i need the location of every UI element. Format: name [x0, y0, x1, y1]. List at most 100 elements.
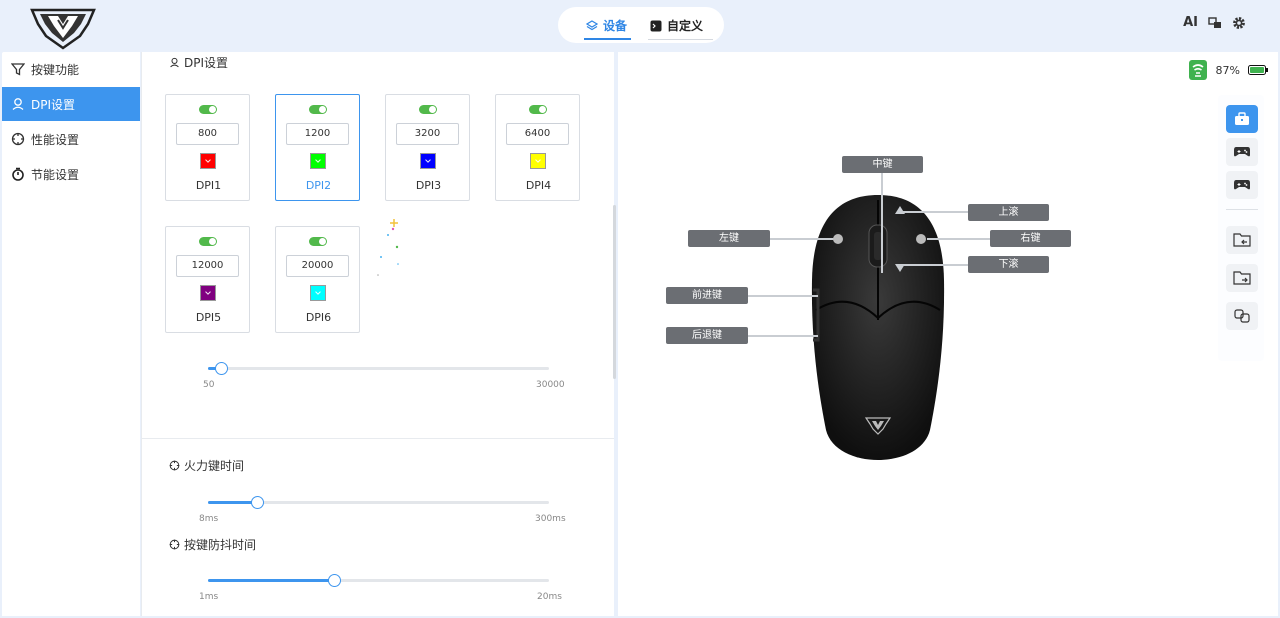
dpi-card-4[interactable]: 6400 DPI4 — [495, 94, 580, 201]
dpi-label: DPI1 — [195, 179, 222, 192]
right-key-line — [927, 238, 991, 240]
tab-device[interactable]: 设备 — [583, 15, 632, 40]
crosshair-icon — [11, 132, 25, 146]
scroll-up-line — [902, 211, 968, 213]
status-bar: 87% — [1188, 59, 1268, 81]
dpi-settings-panel: DPI设置 800 DPI1 1200 DPI2 3200 DPI3 6400 … — [141, 52, 614, 616]
dpi-min-label: 50 — [203, 380, 215, 390]
left-key-label[interactable]: 左键 — [688, 230, 770, 247]
right-key-dot — [916, 234, 926, 244]
dpi-card-6[interactable]: 20000 DPI6 — [275, 226, 360, 333]
gear-icon[interactable] — [1232, 16, 1246, 30]
dpi-card-3[interactable]: 3200 DPI3 — [385, 94, 470, 201]
dpi-card-1[interactable]: 800 DPI1 — [165, 94, 250, 201]
sparkle-decoration — [377, 219, 399, 276]
dpi-value-input[interactable]: 800 — [176, 123, 239, 145]
gamepad-icon — [1234, 147, 1250, 157]
debounce-slider[interactable] — [208, 574, 549, 587]
scroll-up-label[interactable]: 上滚 — [968, 204, 1049, 221]
reset-config-button[interactable] — [1226, 302, 1258, 330]
toolbar-divider — [1226, 209, 1258, 210]
debounce-title: 按键防抖时间 — [169, 536, 256, 553]
layers-icon — [586, 20, 598, 31]
crosshair-icon — [169, 460, 180, 471]
dpi-label: DPI2 — [305, 179, 332, 192]
aula-logo — [30, 8, 96, 50]
forward-key-label[interactable]: 前进键 — [666, 287, 748, 304]
tab-custom-label: 自定义 — [667, 19, 704, 33]
fire-key-slider-handle[interactable] — [251, 496, 265, 509]
back-key-line — [748, 335, 818, 337]
top-nav: 设备 自定义 — [558, 7, 724, 43]
dpi-value-input[interactable]: 6400 — [506, 123, 569, 145]
sidebar-item-label: 按键功能 — [31, 62, 80, 77]
dpi-toggle[interactable] — [309, 237, 327, 246]
dpi-value-input[interactable]: 3200 — [396, 123, 459, 145]
battery-icon — [1248, 65, 1268, 75]
ai-button[interactable]: AI — [1183, 15, 1198, 30]
dpi-slider-handle[interactable] — [215, 362, 229, 375]
dpi-label: DPI6 — [305, 311, 332, 324]
dpi-value-input[interactable]: 20000 — [286, 255, 349, 277]
folder-export-icon — [1233, 271, 1251, 285]
sidebar-item-power-saving[interactable]: 节能设置 — [2, 157, 140, 191]
wireless-receiver-icon — [1188, 60, 1207, 80]
battery-percent: 87% — [1215, 63, 1240, 77]
dpi-color-swatch[interactable] — [530, 153, 546, 169]
export-config-button[interactable] — [1226, 264, 1258, 292]
dpi-toggle[interactable] — [419, 105, 437, 114]
fire-key-max-label: 300ms — [535, 514, 566, 524]
back-key-label[interactable]: 后退键 — [666, 327, 748, 344]
translate-icon[interactable] — [1208, 16, 1222, 30]
dpi-card-2[interactable]: 1200 DPI2 — [275, 94, 360, 201]
header-actions: AI — [1183, 15, 1246, 30]
scroll-down-label[interactable]: 下滚 — [968, 256, 1049, 273]
dpi-color-swatch[interactable] — [420, 153, 436, 169]
sidebar-item-dpi[interactable]: DPI设置 — [2, 87, 140, 121]
scroll-down-line — [902, 264, 968, 266]
left-key-line — [769, 238, 837, 240]
dpi-toggle[interactable] — [199, 237, 217, 246]
fire-key-title-text: 火力键时间 — [184, 459, 245, 473]
location-icon — [170, 57, 179, 68]
dpi-toggle[interactable] — [199, 105, 217, 114]
gamepad-icon — [1234, 180, 1250, 190]
right-key-label[interactable]: 右键 — [990, 230, 1071, 247]
game-mode-2-button[interactable] — [1226, 171, 1258, 199]
scrollbar[interactable] — [613, 205, 616, 379]
dpi-card-5[interactable]: 12000 DPI5 — [165, 226, 250, 333]
dpi-toggle[interactable] — [309, 105, 327, 114]
dpi-value-input[interactable]: 12000 — [176, 255, 239, 277]
game-mode-1-button[interactable] — [1226, 138, 1258, 166]
debounce-max-label: 20ms — [537, 592, 562, 602]
dpi-color-swatch[interactable] — [310, 153, 326, 169]
dpi-max-label: 30000 — [536, 380, 565, 390]
header: 设备 自定义 AI — [0, 0, 1280, 52]
tab-custom[interactable]: 自定义 — [647, 15, 714, 40]
mode-toolbar — [1218, 95, 1264, 361]
terminal-icon — [650, 20, 662, 32]
import-config-button[interactable] — [1226, 226, 1258, 254]
fire-key-slider[interactable] — [208, 496, 549, 509]
scroll-down-arrow — [895, 264, 905, 272]
dpi-label: DPI5 — [195, 311, 222, 324]
dpi-toggle[interactable] — [529, 105, 547, 114]
debounce-slider-handle[interactable] — [327, 574, 341, 587]
debounce-slider-fill — [208, 579, 334, 582]
sidebar-item-key-function[interactable]: 按键功能 — [2, 52, 140, 86]
scroll-up-arrow — [895, 206, 905, 214]
briefcase-icon — [1235, 112, 1249, 125]
fire-key-slider-fill — [208, 501, 258, 504]
mouse-image — [811, 195, 945, 460]
sidebar-item-performance[interactable]: 性能设置 — [2, 122, 140, 156]
section-divider — [142, 438, 614, 439]
dpi-color-swatch[interactable] — [310, 285, 326, 301]
middle-key-label[interactable]: 中键 — [842, 156, 923, 173]
sidebar-item-label: DPI设置 — [31, 97, 76, 112]
dpi-value-input[interactable]: 1200 — [286, 123, 349, 145]
dpi-color-swatch[interactable] — [200, 153, 216, 169]
dpi-slider[interactable] — [208, 362, 549, 375]
tab-device-label: 设备 — [603, 19, 628, 33]
dpi-color-swatch[interactable] — [200, 285, 216, 301]
toolbox-button[interactable] — [1226, 105, 1258, 133]
